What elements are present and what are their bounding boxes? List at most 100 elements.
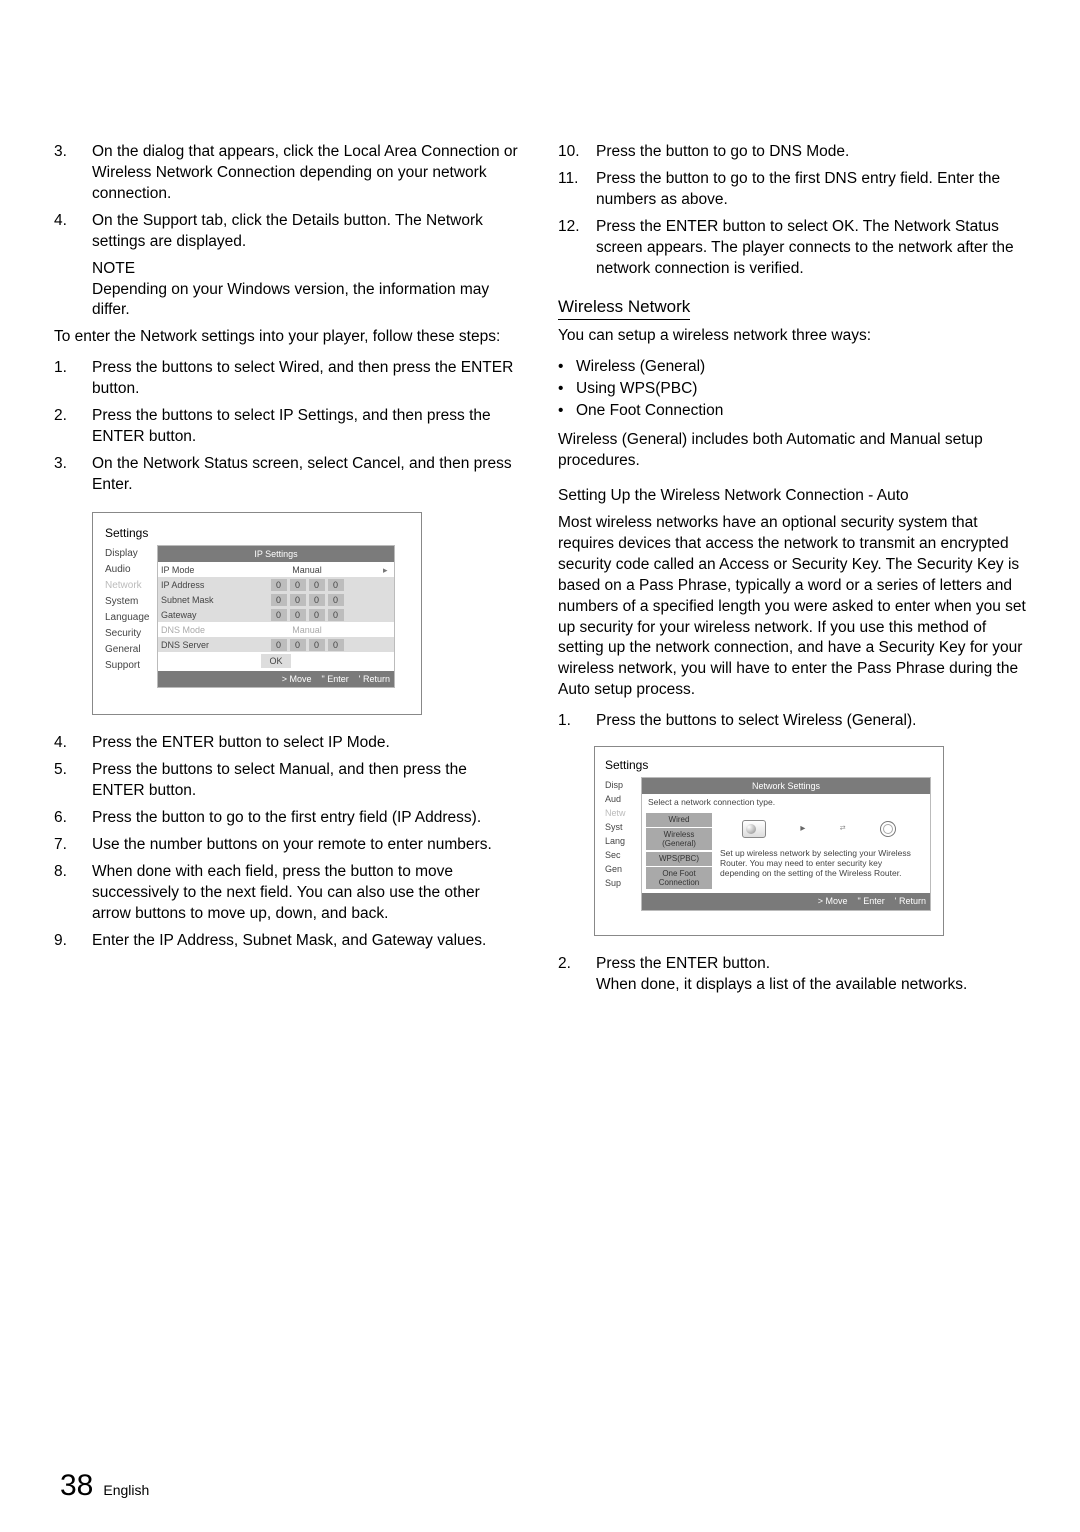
wifi-icon (880, 821, 896, 837)
step-text: On the Support tab, click the Details bu… (92, 211, 522, 253)
step-text: Press the ENTER button. When done, it di… (596, 954, 1026, 996)
wireless-note: Wireless (General) includes both Automat… (558, 430, 1026, 472)
wireless-intro: You can setup a wireless network three w… (558, 326, 1026, 347)
list-number: 3. (54, 454, 92, 496)
page-footer: 38 English (60, 1466, 149, 1507)
sidebar-item: Audio (105, 563, 157, 576)
ip-settings-panel: Settings Display Audio Network System La… (92, 512, 422, 716)
list-number: 2. (54, 406, 92, 448)
step-text: Press the button to go to the first entr… (92, 808, 522, 829)
step-text: Press the buttons to select Manual, and … (92, 760, 522, 802)
list-number: 2. (558, 954, 596, 996)
sidebar-item: Syst (605, 821, 641, 833)
row-label: IP Address (161, 579, 231, 591)
intro-text: To enter the Network settings into your … (54, 327, 522, 348)
left-column: 3.On the dialog that appears, click the … (54, 140, 522, 1001)
step-text: Press the ENTER button to select IP Mode… (92, 733, 522, 754)
sidebar-item: Netw (605, 807, 641, 819)
list-number: 1. (558, 711, 596, 732)
option-wps[interactable]: WPS(PBC) (646, 852, 712, 866)
ok-button[interactable]: OK (261, 654, 290, 668)
list-number: 11. (558, 169, 596, 211)
step-text: When done with each field, press the but… (92, 862, 522, 925)
bullet-item: One Foot Connection (576, 401, 723, 422)
step-text: Use the number buttons on your remote to… (92, 835, 522, 856)
settings-sidebar: Display Audio Network System Language Se… (105, 545, 157, 688)
step-text: Press the buttons to select IP Settings,… (92, 406, 522, 448)
sidebar-item: Security (105, 627, 157, 640)
option-description: Set up wireless network by selecting you… (718, 846, 926, 878)
option-onefoot[interactable]: One Foot Connection (646, 867, 712, 889)
panel-header: Network Settings (642, 778, 930, 794)
list-number: 4. (54, 211, 92, 253)
note-label: NOTE (92, 259, 522, 280)
row-label: DNS Mode (161, 624, 231, 636)
sidebar-item: Lang (605, 835, 641, 847)
network-settings-panel: Settings Disp Aud Netw Syst Lang Sec Gen… (594, 746, 944, 935)
ip-settings-table: IP Settings IP Mode Manual ▸ IP Address … (157, 545, 395, 688)
panel-title: Settings (605, 757, 931, 773)
sidebar-item: Support (105, 659, 157, 672)
panel-footer: > Move " Enter ' Return (642, 893, 930, 909)
row-label: Gateway (161, 609, 231, 621)
list-number: 7. (54, 835, 92, 856)
sidebar-item: Display (105, 547, 157, 560)
panel-footer: > Move " Enter ' Return (158, 671, 394, 687)
sidebar-item: Aud (605, 793, 641, 805)
arrow-icon: ▸ (800, 822, 805, 836)
sidebar-item: General (105, 643, 157, 656)
panel-header: IP Settings (158, 546, 394, 562)
list-number: 5. (54, 760, 92, 802)
page-language: English (103, 1481, 149, 1500)
option-wireless[interactable]: Wireless (General) (646, 828, 712, 850)
bullet-list: •Wireless (General) •Using WPS(PBC) •One… (558, 357, 1026, 422)
move-label: ⇄ (840, 824, 846, 833)
sidebar-item: Disp (605, 779, 641, 791)
row-label: IP Mode (161, 564, 231, 576)
step-text: On the dialog that appears, click the Lo… (92, 142, 522, 205)
ip-segments: 0 0 0 0 (231, 579, 383, 591)
list-number: 12. (558, 217, 596, 280)
section-heading: Wireless Network (558, 296, 690, 321)
sidebar-item: Sup (605, 877, 641, 889)
ip-segments: 0 0 0 0 (231, 609, 383, 621)
row-label: DNS Server (161, 639, 231, 651)
ip-segments: 0 0 0 0 (231, 594, 383, 606)
sidebar-item: Network (105, 579, 157, 592)
row-label: Subnet Mask (161, 594, 231, 606)
network-icons: ▸ ⇄ (718, 813, 926, 846)
list-number: 6. (54, 808, 92, 829)
panel-title: Settings (105, 525, 395, 541)
sidebar-item: System (105, 595, 157, 608)
subheading: Setting Up the Wireless Network Connecti… (558, 486, 1026, 507)
step-text: Press the ENTER button to select OK. The… (596, 217, 1026, 280)
list-number: 4. (54, 733, 92, 754)
ip-segments: 0 0 0 0 (231, 639, 383, 651)
step-text: Press the button to go to the first DNS … (596, 169, 1026, 211)
step-text: Enter the IP Address, Subnet Mask, and G… (92, 931, 522, 952)
paragraph: Most wireless networks have an optional … (558, 513, 1026, 701)
settings-sidebar: Disp Aud Netw Syst Lang Sec Gen Sup (605, 777, 641, 910)
sidebar-item: Gen (605, 863, 641, 875)
right-column: 10.Press the button to go to DNS Mode. 1… (558, 140, 1026, 1001)
list-number: 9. (54, 931, 92, 952)
panel-hint: Select a network connection type. (642, 794, 930, 812)
list-number: 3. (54, 142, 92, 205)
option-wired[interactable]: Wired (646, 813, 712, 827)
list-number: 8. (54, 862, 92, 925)
note-text: Depending on your Windows version, the i… (92, 280, 522, 322)
chevron-right-icon: ▸ (383, 564, 391, 576)
list-number: 1. (54, 358, 92, 400)
bullet-item: Wireless (General) (576, 357, 705, 378)
sidebar-item: Language (105, 611, 157, 624)
router-icon (742, 820, 766, 838)
network-settings-content: Network Settings Select a network connec… (641, 777, 931, 910)
step-text: Press the buttons to select Wired, and t… (92, 358, 522, 400)
connection-options: Wired Wireless (General) WPS(PBC) One Fo… (646, 813, 712, 890)
row-value: Manual (231, 624, 383, 636)
bullet-item: Using WPS(PBC) (576, 379, 697, 400)
step-text: Press the buttons to select Wireless (Ge… (596, 711, 1026, 732)
step-text: On the Network Status screen, select Can… (92, 454, 522, 496)
list-number: 10. (558, 142, 596, 163)
row-value: Manual (231, 564, 383, 576)
